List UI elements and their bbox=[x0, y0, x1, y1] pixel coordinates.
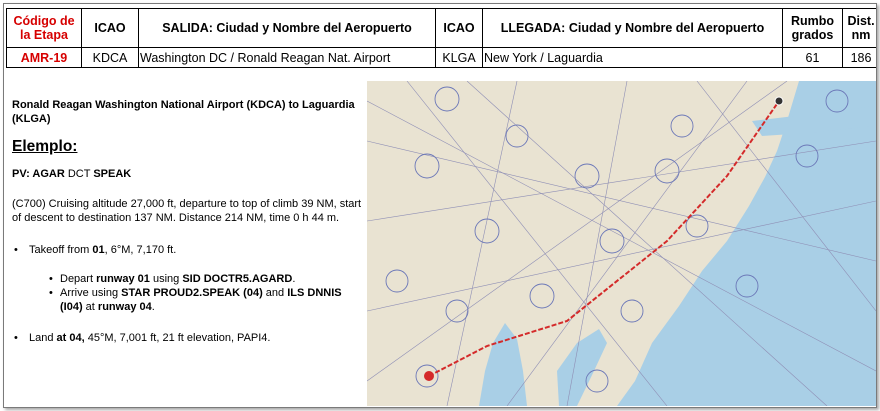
list-item-depart: Depart runway 01 using SID DOCTR5.AGARD. bbox=[12, 272, 362, 286]
arrive-star: STAR PROUD2.SPEAK (04) bbox=[121, 287, 263, 299]
cell-icao-arrival: KLGA bbox=[435, 47, 483, 68]
landing-list: Land at 04, 45°M, 7,001 ft, 21 ft elevat… bbox=[12, 331, 362, 345]
procedure-sublist: Depart runway 01 using SID DOCTR5.AGARD.… bbox=[12, 272, 362, 314]
cell-departure: Washington DC / Ronald Reagan Nat. Airpo… bbox=[138, 47, 436, 68]
col-header-icao-arrival: ICAO bbox=[435, 8, 483, 48]
flight-plan-line: PV: AGAR DCT SPEAK bbox=[12, 167, 362, 181]
list-item-land: Land at 04, 45°M, 7,001 ft, 21 ft elevat… bbox=[12, 331, 362, 345]
arrive-end: . bbox=[151, 301, 155, 313]
col-header-departure: SALIDA: Ciudad y Nombre del Aeropuerto bbox=[138, 8, 436, 48]
departure-airport-icon bbox=[424, 371, 434, 381]
arrive-runway: runway 04 bbox=[97, 301, 152, 313]
arrive-at: at bbox=[82, 301, 98, 313]
pv-to: SPEAK bbox=[93, 168, 132, 180]
depart-mid: using bbox=[149, 273, 183, 285]
takeoff-suffix: , 6°M, 7,170 ft. bbox=[104, 244, 177, 256]
land-at: at 04, bbox=[56, 332, 85, 344]
route-map bbox=[367, 81, 876, 406]
cell-arrival: New York / Laguardia bbox=[482, 47, 783, 68]
cell-icao-departure: KDCA bbox=[81, 47, 139, 68]
route-title: Ronald Reagan Washington National Airpor… bbox=[12, 99, 355, 125]
takeoff-runway: 01 bbox=[92, 244, 105, 256]
land-suffix: 45°M, 7,001 ft, 21 ft elevation, PAPI4. bbox=[84, 332, 271, 344]
procedure-list: Takeoff from 01, 6°M, 7,170 ft. bbox=[12, 243, 362, 257]
col-header-distance: Dist. nm bbox=[842, 8, 876, 48]
pv-from: AGAR bbox=[32, 168, 65, 180]
cell-stage-code: AMR-19 bbox=[6, 47, 82, 68]
table-header-row: Código de la Etapa ICAO SALIDA: Ciudad y… bbox=[6, 8, 876, 48]
depart-runway: runway 01 bbox=[96, 273, 150, 285]
route-map-svg bbox=[367, 81, 876, 406]
depart-prefix: Depart bbox=[60, 273, 97, 285]
col-header-heading: Rumbo grados bbox=[782, 8, 843, 48]
example-heading: Elemplo: bbox=[12, 138, 78, 155]
list-item-takeoff: Takeoff from 01, 6°M, 7,170 ft. bbox=[12, 243, 362, 257]
depart-sid: SID DOCTR5.AGARD bbox=[182, 273, 293, 285]
route-table: Código de la Etapa ICAO SALIDA: Ciudad y… bbox=[6, 8, 876, 68]
depart-end: . bbox=[292, 273, 296, 285]
arrive-prefix: Arrive using bbox=[60, 287, 122, 299]
table-row: AMR-19 KDCA Washington DC / Ronald Reaga… bbox=[6, 47, 876, 68]
col-header-icao-departure: ICAO bbox=[81, 8, 139, 48]
cell-heading: 61 bbox=[782, 47, 843, 68]
pv-dct: DCT bbox=[64, 168, 94, 180]
list-item-arrive: Arrive using STAR PROUD2.SPEAK (04) and … bbox=[12, 286, 362, 314]
arrive-mid: and bbox=[262, 287, 288, 299]
pv-prefix: PV: bbox=[12, 168, 33, 180]
cell-distance: 186 bbox=[842, 47, 876, 68]
cruise-summary: (C700) Cruising altitude 27,000 ft, depa… bbox=[12, 198, 362, 224]
col-header-arrival: LLEGADA: Ciudad y Nombre del Aeropuerto bbox=[482, 8, 783, 48]
land-prefix: Land bbox=[29, 332, 57, 344]
col-header-stage-code: Código de la Etapa bbox=[6, 8, 82, 48]
arrival-airport-icon bbox=[774, 96, 784, 106]
takeoff-prefix: Takeoff from bbox=[29, 244, 93, 256]
flight-description: Ronald Reagan Washington National Airpor… bbox=[12, 98, 362, 360]
